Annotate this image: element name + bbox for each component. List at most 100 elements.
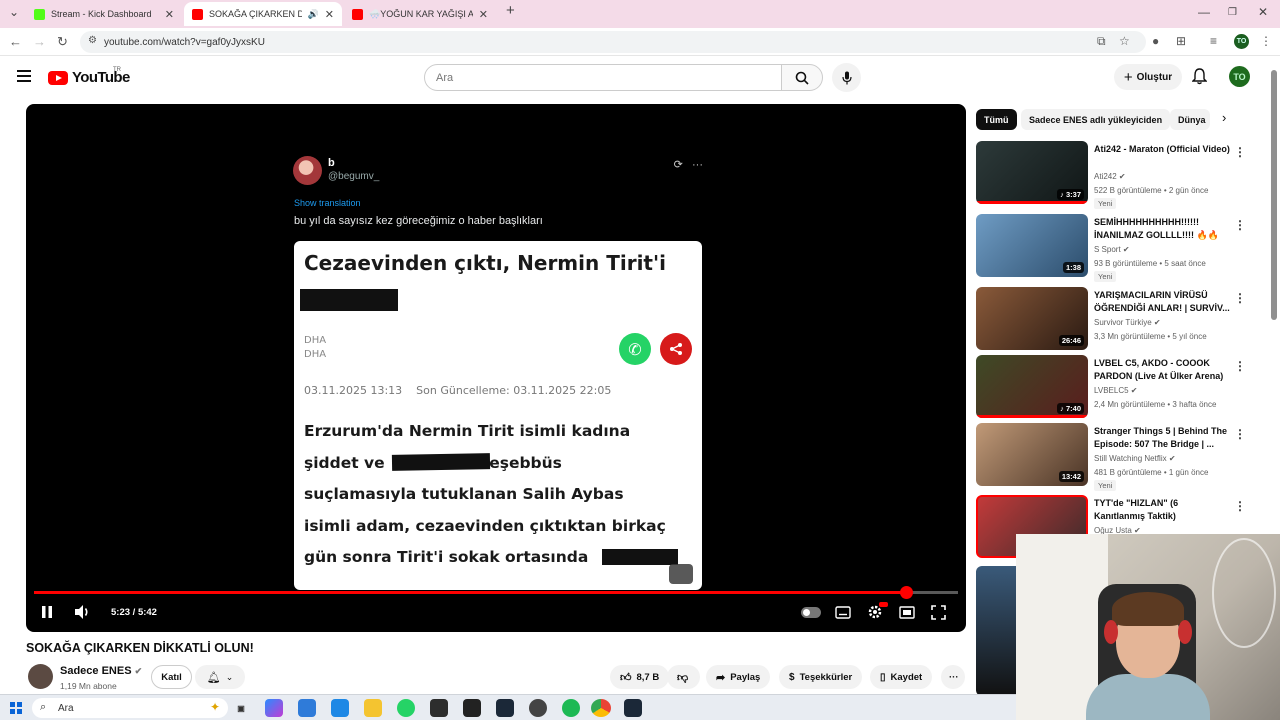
steam-icon[interactable] [496,699,514,717]
forward-icon[interactable]: → [33,34,46,49]
browser-profile-avatar[interactable]: TO [1234,34,1249,49]
spotify-icon[interactable] [562,699,580,717]
kebab-menu-icon[interactable]: ⋮ [1234,291,1246,305]
tab-youtube-2[interactable]: 🌨️YOĞUN KAR YAĞIŞI ALTINDA ✕ [344,2,496,26]
pause-icon[interactable] [40,604,54,620]
voice-search-button[interactable] [832,63,861,92]
site-info-icon[interactable]: ⚙ [88,35,97,46]
kebab-menu-icon[interactable]: ⋮ [1234,145,1246,159]
chevron-down-icon: ⌄ [225,671,234,682]
page-scrollbar[interactable] [1271,70,1277,320]
obs-icon[interactable] [529,699,547,717]
microsoft-store-icon[interactable] [298,699,316,717]
back-icon[interactable]: ← [9,34,22,49]
kebab-menu-icon[interactable]: ⋮ [1234,359,1246,373]
subtitles-icon[interactable] [835,606,851,619]
subscription-bell-button[interactable]: 🔔︎ ⌄ [195,665,245,689]
menu-icon[interactable] [17,70,31,85]
recommendation-channel-name: LVBELC5 [1094,386,1129,395]
thumbs-up-icon: 👍︎ [620,671,632,684]
restore-icon[interactable]: ❐ [1228,7,1237,18]
video-overlay-button[interactable] [669,564,693,584]
account-avatar[interactable]: TO [1229,66,1250,87]
kebab-menu-icon[interactable]: ⋮ [1234,427,1246,441]
close-icon[interactable]: ✕ [479,8,488,21]
video-thumbnail[interactable]: 26:46 [976,287,1088,350]
speaker-icon[interactable]: 🔊 [308,9,319,20]
video-thumbnail[interactable]: 13:42 [976,423,1088,486]
tab-search-icon[interactable]: ⌄ [9,5,19,19]
recommendation-item[interactable]: ♪ 7:40 LVBEL C5, AKDO - COOOK PARDON (Li… [976,355,1246,421]
extensions-puzzle-icon[interactable]: ⊞ [1176,34,1186,48]
video-thumbnail[interactable]: ♪ 3:37 [976,141,1088,204]
recommendation-item[interactable]: 26:46 YARIŞMACILARIN VİRÜSÜ ÖĞRENDİĞİ AN… [976,287,1246,353]
tab-youtube-active[interactable]: SOKAĞA ÇIKARKEN DİKKATLİ OLUN! 🔊 ✕ [184,2,342,26]
window-close-icon[interactable]: ✕ [1258,5,1268,19]
install-app-icon[interactable]: ⧉ [1097,34,1106,49]
channel-name[interactable]: Sadece ENES ✔ [60,665,142,677]
verified-icon: ✔ [1130,386,1138,395]
search-input[interactable]: Ara [424,64,782,91]
minecraft-icon[interactable] [430,699,448,717]
recommendation-item[interactable]: 13:42 Stranger Things 5 | Behind The Epi… [976,423,1246,491]
bookmark-star-icon[interactable]: ☆ [1119,34,1130,48]
kebab-menu-icon[interactable]: ⋮ [1234,218,1246,232]
new-tab-icon[interactable]: + [506,2,515,19]
taskbar-search[interactable]: ⌕ Ara ✦ [32,698,228,718]
recommendation-item[interactable]: 1:38 SEMİHHHHHHHHHH!!!!!! İNANILMAZ GOLL… [976,214,1246,282]
video-thumbnail-partial[interactable] [976,566,1016,696]
channel-avatar[interactable] [28,664,53,689]
tab-kick-dashboard[interactable]: Stream - Kick Dashboard ✕ [26,2,182,26]
search-button[interactable] [781,64,823,91]
close-icon[interactable]: ✕ [165,8,174,21]
notifications-bell-icon[interactable] [1192,68,1207,85]
volume-icon[interactable] [74,604,91,620]
chip-all[interactable]: Tümü [976,109,1017,130]
progress-bar[interactable] [34,586,958,599]
mail-icon[interactable] [331,699,349,717]
chrome-taskbar-icon[interactable] [591,699,611,717]
chip-from-uploader[interactable]: Sadece ENES adlı yükleyiciden [1021,109,1171,130]
like-count: 8,7 B [636,671,660,683]
windows-start-icon[interactable] [10,702,22,714]
kebab-menu-icon[interactable]: ⋮ [1234,499,1246,513]
reload-icon[interactable]: ↻ [57,34,68,50]
recommendation-meta: 522 B görüntüleme • 2 gün önce [1094,186,1209,195]
scrubber-handle[interactable] [900,586,914,599]
video-thumbnail[interactable]: ♪ 7:40 [976,355,1088,418]
epic-games-icon[interactable] [463,699,481,717]
watched-progress [976,201,1088,204]
theater-mode-icon[interactable] [899,606,915,619]
time-separator: / [132,607,136,618]
steam-taskbar-icon-2[interactable] [624,699,642,717]
whatsapp-taskbar-icon[interactable] [397,699,415,717]
join-button[interactable]: Katıl [151,665,192,689]
media-control-icon[interactable]: ≡ [1210,34,1217,48]
chrome-menu-icon[interactable]: ⋮ [1260,34,1272,48]
save-button[interactable]: ▯ Kaydet [870,665,933,689]
like-button[interactable]: 👍︎ 8,7 B [610,665,670,689]
more-actions-button[interactable]: ··· [941,665,965,689]
file-explorer-icon[interactable] [364,699,382,717]
youtube-icon [352,8,363,20]
close-icon[interactable]: ✕ [325,8,334,21]
extension-icon[interactable]: ● [1152,34,1159,48]
headphone-right [1178,620,1192,644]
address-bar[interactable]: ⚙ youtube.com/watch?v=gaf0yJyxsKU [80,31,1146,53]
autoplay-toggle[interactable] [801,607,821,618]
copilot-icon[interactable] [265,699,283,717]
chevron-right-icon[interactable]: › [1222,110,1226,125]
dislike-button[interactable]: 👎︎ [667,665,700,689]
tweet-avatar [293,156,322,185]
share-button[interactable]: ➦ Paylaş [706,665,771,689]
chip-world[interactable]: Dünya [1170,109,1210,130]
task-view-icon[interactable]: ▣ [232,699,250,717]
recommendation-item[interactable]: ♪ 3:37 Ati242 - Maraton (Official Video)… [976,141,1246,209]
subscriber-count: 1,19 Mn abone [60,681,117,691]
video-player[interactable]: b @begumv_ ⟳ ··· Show translation bu yıl… [26,104,966,632]
minimize-icon[interactable]: — [1198,5,1210,19]
video-thumbnail[interactable]: 1:38 [976,214,1088,277]
thanks-button[interactable]: $ Teşekkürler [779,665,863,689]
create-button[interactable]: + Oluştur [1114,64,1182,90]
fullscreen-icon[interactable] [931,605,946,620]
